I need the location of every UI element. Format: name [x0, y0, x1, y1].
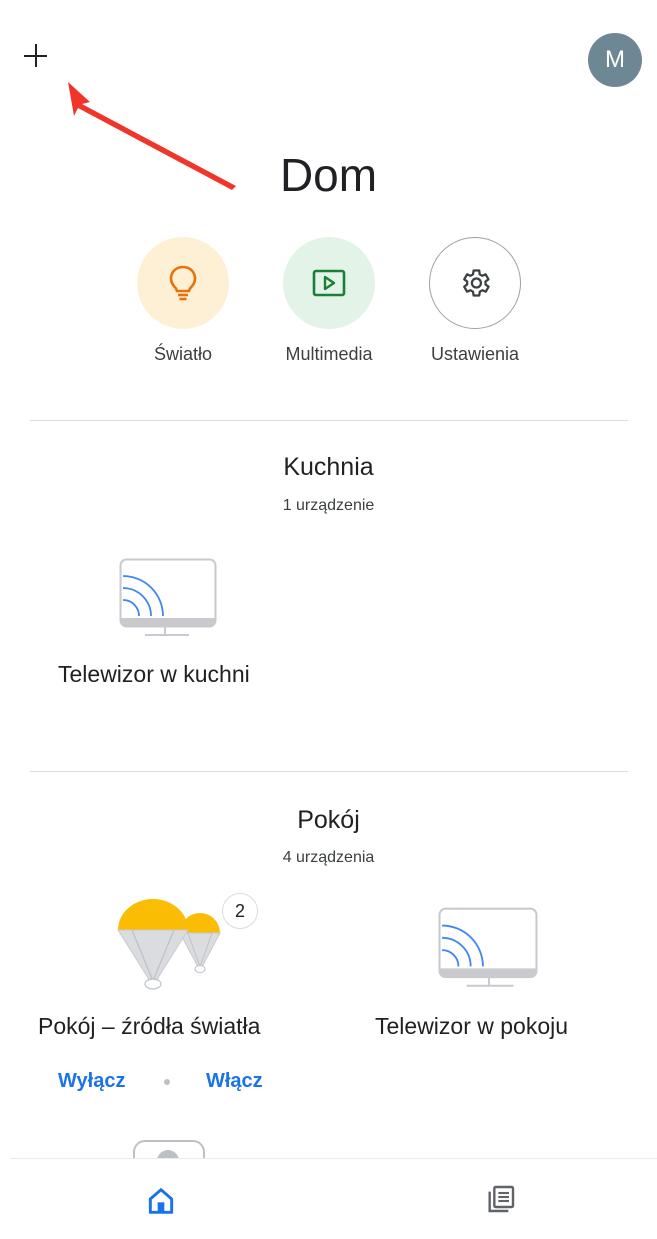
device-count-badge: 2	[222, 893, 258, 929]
tv-cast-icon[interactable]	[119, 558, 217, 640]
room-title: Pokój	[297, 806, 360, 834]
room-device-count: 4 urządzenia	[282, 849, 375, 866]
device-label[interactable]: Telewizor w pokoju	[375, 1013, 568, 1040]
light-group-icon[interactable]	[116, 897, 224, 993]
device-label[interactable]: Telewizor w kuchni	[58, 661, 250, 688]
room-device-count: 1 urządzenie	[282, 497, 375, 514]
separator-dot	[164, 1079, 170, 1085]
divider	[30, 771, 628, 772]
turn-on-button[interactable]: Włącz	[206, 1070, 263, 1093]
play-icon	[312, 269, 346, 297]
bottom-navigation	[10, 1158, 657, 1239]
quick-action-label: Światło	[153, 344, 213, 364]
home-icon[interactable]	[145, 1185, 177, 1217]
feed-icon[interactable]	[485, 1183, 517, 1215]
quick-action-light[interactable]: Światło	[108, 237, 258, 365]
light-circle[interactable]	[137, 237, 229, 329]
turn-off-button[interactable]: Wyłącz	[58, 1070, 125, 1093]
settings-circle[interactable]	[429, 237, 521, 329]
quick-action-media[interactable]: Multimedia	[254, 237, 404, 365]
media-circle[interactable]	[283, 237, 375, 329]
add-button[interactable]	[22, 42, 50, 70]
room-title: Kuchnia	[283, 453, 374, 481]
device-label[interactable]: Pokój – źródła światła	[38, 1013, 260, 1040]
tv-cast-icon[interactable]	[438, 907, 538, 991]
quick-action-label: Ustawienia	[430, 344, 520, 364]
quick-action-settings[interactable]: Ustawienia	[400, 237, 550, 365]
lightbulb-icon	[169, 265, 197, 301]
divider	[30, 420, 628, 421]
avatar[interactable]: M	[588, 33, 642, 87]
gear-icon	[463, 269, 490, 297]
page-title: Dom	[279, 149, 378, 201]
quick-action-label: Multimedia	[285, 344, 373, 364]
